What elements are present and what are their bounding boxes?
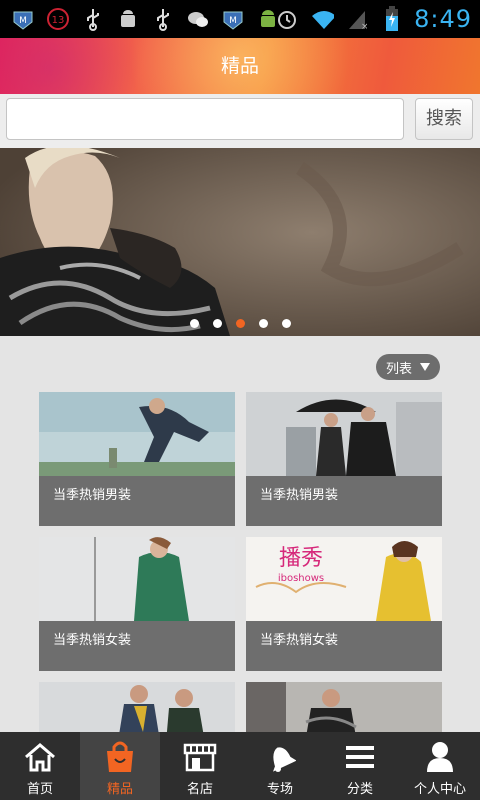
- signal-icon: ×: [345, 7, 369, 31]
- tab-boutique[interactable]: 精品: [80, 732, 160, 800]
- triangle-down-icon: [420, 363, 430, 371]
- carousel-dot[interactable]: [281, 319, 291, 328]
- menu-icon: [340, 740, 380, 774]
- search-bar: 搜索: [0, 94, 480, 148]
- tab-label: 首页: [26, 782, 53, 797]
- notification-count-icon: 13: [46, 7, 70, 31]
- product-image: [39, 537, 235, 621]
- tab-label: 分类: [346, 782, 373, 797]
- product-card[interactable]: 播秀 iboshows 当季热销女装: [246, 537, 442, 671]
- product-list: 列表 当季热销男装 当季热销男装 当季热销女装 播秀 iboshows 当季热销…: [0, 336, 480, 732]
- wifi-icon: [310, 7, 335, 31]
- tab-category[interactable]: 分类: [320, 732, 400, 800]
- bottom-tab-bar: 首页 精品 名店 专场 分类 个人中心: [0, 732, 480, 800]
- wechat-icon: [186, 7, 210, 31]
- app-m-icon: M: [221, 7, 245, 31]
- app-header: 精品: [0, 38, 480, 94]
- product-image: 播秀 iboshows: [246, 537, 442, 621]
- status-bar: M 13 M × 8:49: [0, 0, 480, 38]
- clock: 8:49: [414, 5, 472, 33]
- carousel-dot[interactable]: [212, 319, 222, 328]
- tab-special[interactable]: 专场: [240, 732, 320, 800]
- tab-label: 个人中心: [413, 782, 466, 797]
- product-image: [246, 682, 442, 732]
- brand-logo-subtext: iboshows: [278, 573, 324, 584]
- product-card[interactable]: [39, 682, 235, 732]
- svg-text:M: M: [19, 16, 27, 26]
- view-toggle-label: 列表: [385, 361, 412, 377]
- banner-carousel[interactable]: [0, 148, 480, 336]
- banner-image: [0, 148, 480, 336]
- product-card[interactable]: 当季热销男装: [39, 392, 235, 526]
- search-input[interactable]: [6, 98, 404, 140]
- alarm-icon: [275, 7, 299, 31]
- product-card[interactable]: [246, 682, 442, 732]
- tab-label: 专场: [266, 782, 293, 797]
- tab-label: 名店: [186, 782, 213, 797]
- product-label: 当季热销女装: [260, 633, 339, 648]
- product-image: [39, 682, 235, 732]
- tab-stores[interactable]: 名店: [160, 732, 240, 800]
- carousel-indicators: [0, 319, 480, 331]
- product-label: 当季热销男装: [260, 488, 339, 503]
- notification-count: 13: [52, 15, 65, 26]
- view-toggle-button[interactable]: 列表: [376, 354, 440, 380]
- tab-label: 精品: [106, 782, 133, 797]
- product-image: [246, 392, 442, 476]
- svg-text:×: ×: [361, 22, 367, 31]
- user-icon: [420, 740, 460, 774]
- shopping-bag-icon: [100, 740, 140, 774]
- battery-charging-icon: [380, 6, 404, 31]
- bell-icon: [260, 740, 300, 774]
- carousel-dot-active[interactable]: [235, 319, 245, 328]
- tab-profile[interactable]: 个人中心: [400, 732, 480, 800]
- usb-icon: [151, 7, 175, 31]
- product-label: 当季热销男装: [53, 488, 132, 503]
- search-button[interactable]: 搜索: [415, 98, 473, 140]
- carousel-dot[interactable]: [189, 319, 199, 328]
- app-m-icon: M: [11, 7, 35, 31]
- home-icon: [20, 740, 60, 774]
- usb-icon: [81, 7, 105, 31]
- product-label: 当季热销女装: [53, 633, 132, 648]
- android-debug-icon: [116, 7, 140, 31]
- page-title: 精品: [220, 55, 259, 77]
- svg-text:M: M: [229, 16, 237, 26]
- storefront-icon: [180, 740, 220, 774]
- brand-logo-text: 播秀: [279, 546, 323, 571]
- product-card[interactable]: 当季热销女装: [39, 537, 235, 671]
- carousel-dot[interactable]: [258, 319, 268, 328]
- tab-home[interactable]: 首页: [0, 732, 80, 800]
- product-card[interactable]: 当季热销男装: [246, 392, 442, 526]
- product-image: [39, 392, 235, 476]
